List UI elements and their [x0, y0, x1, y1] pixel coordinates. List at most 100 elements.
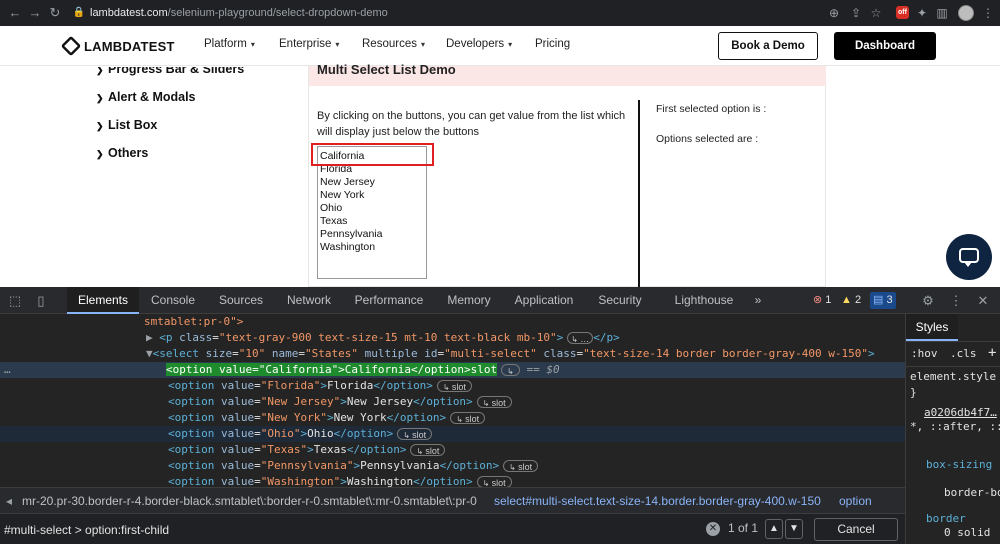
option-pennsylvania[interactable]: Pennsylvania [318, 228, 426, 241]
nav-enterprise[interactable]: Enterprise ▾ [279, 38, 339, 50]
slot-badge: slot [410, 444, 446, 456]
previous-match-icon[interactable]: ▲ [765, 519, 783, 539]
vertical-divider [638, 100, 640, 287]
devtools-toolbar: ⬚ ▯ Elements Console Sources Network Per… [0, 287, 1000, 314]
logo-text: LAMBDATEST [84, 38, 175, 54]
devtools-panel: ⬚ ▯ Elements Console Sources Network Per… [0, 287, 1000, 544]
sidebar-item-alert-modals[interactable]: ❯ Alert & Modals [96, 90, 196, 104]
tab-security[interactable]: Security [590, 287, 650, 314]
style-source-link[interactable]: a0206db4f7… [924, 406, 997, 419]
tab-sources[interactable]: Sources [210, 287, 272, 314]
site-header: LAMBDATEST Platform ▾ Enterprise ▾ Resourc… [0, 26, 1000, 66]
add-rule-icon[interactable]: + [988, 345, 996, 361]
next-match-icon[interactable]: ▼ [785, 519, 803, 539]
url-text: lambdatest.com/selenium-playground/selec… [90, 7, 388, 19]
option-new-york[interactable]: New York [318, 189, 426, 202]
dom-line-option[interactable]: <option value="Texas">Texas</option>slot [0, 442, 905, 458]
tab-performance[interactable]: Performance [346, 287, 432, 314]
chat-widget-button[interactable] [946, 234, 992, 280]
profile-avatar[interactable] [958, 5, 974, 21]
dom-line[interactable]: ▶ <p class="text-gray-900 text-size-15 m… [0, 330, 905, 346]
side-panel-icon[interactable]: ▥ [934, 5, 950, 21]
tab-console[interactable]: Console [142, 287, 204, 314]
dom-line-select[interactable]: ▼<select size="10" name="States" multipl… [0, 346, 905, 362]
inspect-element-icon[interactable]: ⬚ [6, 292, 24, 310]
tab-lighthouse[interactable]: Lighthouse [666, 287, 742, 314]
dom-line-option[interactable]: <option value="New York">New York</optio… [0, 410, 905, 426]
tab-application[interactable]: Application [506, 287, 582, 314]
extensions-puzzle-icon[interactable]: ✦ [914, 5, 930, 21]
style-val-border[interactable]: 0 solid [944, 526, 990, 539]
device-toolbar-icon[interactable]: ▯ [32, 292, 50, 310]
chevron-down-icon: ▾ [508, 40, 513, 49]
nav-developers[interactable]: Developers ▾ [446, 38, 512, 50]
style-prop-border[interactable]: border [926, 512, 966, 525]
expand-triangle-icon: ▶ [146, 331, 153, 344]
first-selected-label: First selected option is : [656, 103, 767, 115]
dom-line-option[interactable]: <option value="New Jersey">New Jersey</o… [0, 394, 905, 410]
option-ohio[interactable]: Ohio [318, 202, 426, 215]
clear-search-icon[interactable]: ✕ [706, 522, 720, 536]
bookmark-star-icon[interactable]: ☆ [868, 5, 884, 21]
devtools-menu-icon[interactable]: ⋮ [947, 292, 965, 310]
demo-description: By clicking on the buttons, you can get … [317, 110, 626, 138]
collapse-triangle-icon: ▼ [146, 347, 153, 360]
nav-pricing[interactable]: Pricing [535, 38, 570, 50]
breadcrumb-left-arrow-icon[interactable]: ◂ [6, 488, 12, 513]
nav-resources[interactable]: Resources ▾ [362, 38, 425, 50]
breadcrumb-option[interactable]: option [839, 488, 872, 513]
tab-styles[interactable]: Styles [906, 314, 958, 341]
option-new-jersey[interactable]: New Jersey [318, 176, 426, 189]
dom-line-option[interactable]: <option value="Pennsylvania">Pennsylvani… [0, 458, 905, 474]
error-count-badge[interactable]: ⊗ 1 [810, 292, 834, 309]
forward-arrow-icon[interactable]: → [26, 4, 44, 22]
style-prop-box-sizing[interactable]: box-sizing [926, 458, 992, 471]
chevron-down-icon: ▾ [250, 40, 255, 49]
breadcrumb-select[interactable]: select#multi-select.text-size-14.border.… [494, 488, 821, 513]
dom-line-selected[interactable]: … <option value="California">California</… [0, 362, 905, 378]
sidebar-item-list-box[interactable]: ❯ List Box [96, 118, 157, 132]
nav-platform[interactable]: Platform ▾ [204, 38, 255, 50]
message-count-badge[interactable]: ▤ 3 [870, 292, 896, 309]
address-bar[interactable]: 🔒 lambdatest.com/selenium-playground/sel… [66, 3, 796, 23]
multi-select-demo-card: Multi Select List Demo By clicking on th… [308, 62, 826, 287]
close-brace: } [910, 386, 917, 399]
element-style-rule[interactable]: element.style { [910, 370, 1000, 383]
dashboard-button[interactable]: Dashboard [834, 32, 936, 60]
slot-badge: slot [503, 460, 539, 472]
more-tabs-icon[interactable]: » [748, 287, 768, 314]
dom-search-input[interactable] [4, 520, 694, 539]
warning-count-badge[interactable]: ▲ 2 [838, 292, 864, 309]
tab-elements[interactable]: Elements [67, 287, 139, 314]
dom-line[interactable]: smtablet:pr-0"> [0, 314, 905, 330]
close-devtools-icon[interactable]: ✕ [974, 292, 992, 310]
tab-network[interactable]: Network [278, 287, 340, 314]
dom-line-option[interactable]: <option value="Florida">Florida</option>… [0, 378, 905, 394]
reload-icon[interactable]: ↻ [46, 4, 64, 22]
back-arrow-icon[interactable]: ← [6, 4, 24, 22]
cancel-search-button[interactable]: Cancel [814, 518, 898, 541]
demo-title-bar: Multi Select List Demo [309, 62, 826, 86]
menu-kebab-icon[interactable]: ⋮ [980, 5, 996, 21]
option-washington[interactable]: Washington [318, 241, 426, 254]
breadcrumb-div[interactable]: mr-20.pr-30.border-r-4.border-black.smta… [22, 488, 477, 513]
option-texas[interactable]: Texas [318, 215, 426, 228]
dom-line-option[interactable]: <option value="Ohio">Ohio</option>slot [0, 426, 905, 442]
slot-badge: slot [476, 476, 512, 487]
book-a-demo-button[interactable]: Book a Demo [718, 32, 818, 60]
sidebar-item-others[interactable]: ❯ Others [96, 146, 148, 160]
zoom-icon[interactable]: ⊕ [826, 5, 842, 21]
hover-state-toggle[interactable]: :hov [911, 347, 938, 360]
extension-badge[interactable]: off [896, 6, 909, 19]
settings-gear-icon[interactable]: ⚙ [919, 292, 937, 310]
universal-selector[interactable]: *, ::after, ::before { [910, 420, 1000, 433]
tab-memory[interactable]: Memory [440, 287, 498, 314]
lambdatest-logo[interactable]: LAMBDATEST [60, 35, 175, 57]
dom-tree[interactable]: smtablet:pr-0"> ▶ <p class="text-gray-90… [0, 314, 905, 487]
style-val-border-box[interactable]: border-box; [944, 486, 1000, 499]
class-toggle[interactable]: .cls [950, 347, 977, 360]
ellipsis-icon: … [4, 363, 11, 376]
slot-badge: slot [450, 412, 486, 424]
dom-line-option[interactable]: <option value="Washington">Washington</o… [0, 474, 905, 487]
share-icon[interactable]: ⇪ [848, 5, 864, 21]
